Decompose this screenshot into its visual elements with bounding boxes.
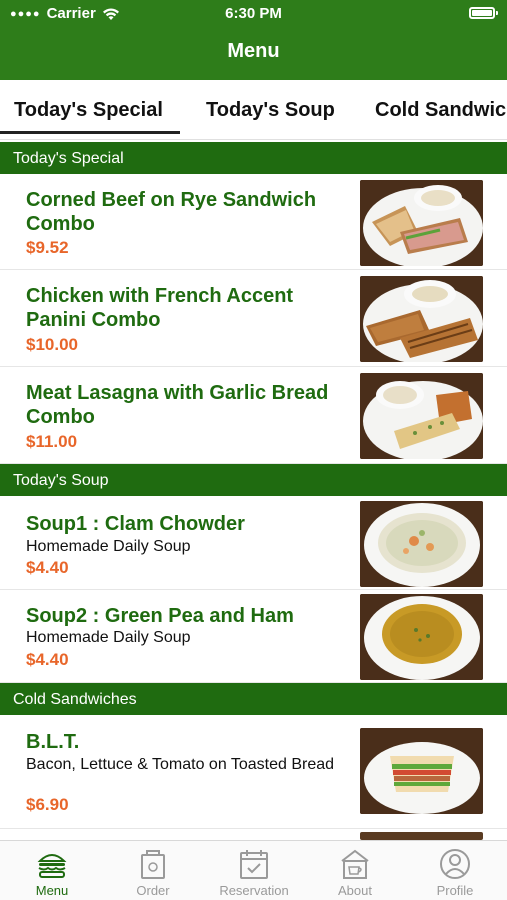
tab-bar-profile-label: Profile xyxy=(436,883,474,898)
bottom-tab-bar: Menu Order Reservation About Profile xyxy=(0,840,507,900)
item-name: Meat Lasagna with Garlic Bread Combo xyxy=(26,382,329,428)
status-time: 6:30 PM xyxy=(225,5,282,22)
navigation-bar: ●●●● Carrier 6:30 PM Menu xyxy=(0,0,507,80)
item-price: $9.52 xyxy=(26,238,69,257)
panini-soup-photo xyxy=(360,276,483,362)
menu-item[interactable]: Corned Beef on Rye Sandwich Combo $9.52 xyxy=(0,174,507,270)
tab-bar-order-label: Order xyxy=(136,883,170,898)
tab-bar-order[interactable]: Order xyxy=(103,847,203,898)
tab-bar-reservation[interactable]: Reservation xyxy=(204,847,304,898)
section-header-cold-sandwiches: Cold Sandwiches xyxy=(0,683,507,715)
tab-bar-menu[interactable]: Menu xyxy=(2,847,102,898)
menu-item[interactable]: Meat Lasagna with Garlic Bread Combo $11… xyxy=(0,367,507,464)
section-header-todays-soup: Today's Soup xyxy=(0,464,507,496)
lasagna-bread-photo xyxy=(360,373,483,459)
tab-todays-soup[interactable]: Today's Soup xyxy=(206,99,335,122)
battery-icon xyxy=(469,7,498,19)
tab-bar-about[interactable]: About xyxy=(305,847,405,898)
tab-cold-sandwiches[interactable]: Cold Sandwic xyxy=(375,99,506,122)
tab-todays-special[interactable]: Today's Special xyxy=(14,99,163,122)
tab-bar-menu-label: Menu xyxy=(35,883,69,898)
menu-item[interactable]: B.L.T. Bacon, Lettuce & Tomato on Toaste… xyxy=(0,715,507,829)
calendar-icon xyxy=(240,850,268,879)
item-description: Homemade Daily Soup xyxy=(26,629,191,646)
status-bar: ●●●● Carrier 6:30 PM xyxy=(0,0,507,28)
menu-item[interactable]: Soup2 : Green Pea and Ham Homemade Daily… xyxy=(0,590,507,683)
tab-bar-profile[interactable]: Profile xyxy=(405,847,505,898)
sandwich-soup-photo xyxy=(360,180,483,266)
profile-icon xyxy=(440,849,470,879)
burger-icon xyxy=(37,854,67,878)
item-price: $10.00 xyxy=(26,335,78,354)
item-name: Soup2 : Green Pea and Ham xyxy=(26,605,294,627)
item-name: Chicken with French Accent Panini Combo xyxy=(26,285,294,331)
tab-bar-about-label: About xyxy=(338,883,372,898)
pea-soup-photo xyxy=(360,594,483,680)
selected-tab-indicator xyxy=(0,131,180,134)
item-price: $6.90 xyxy=(26,795,69,814)
item-price: $4.40 xyxy=(26,650,69,669)
cafe-icon xyxy=(341,849,369,879)
page-title: Menu xyxy=(227,40,280,62)
item-name: Corned Beef on Rye Sandwich Combo xyxy=(26,189,317,235)
item-description: Homemade Daily Soup xyxy=(26,538,191,555)
item-name: Soup1 : Clam Chowder xyxy=(26,513,245,535)
item-description: Bacon, Lettuce & Tomato on Toasted Bread xyxy=(26,756,335,773)
next-item-photo xyxy=(360,832,483,840)
section-header-todays-special: Today's Special xyxy=(0,142,507,174)
item-price: $4.40 xyxy=(26,558,69,577)
item-name: B.L.T. xyxy=(26,731,80,753)
menu-item[interactable]: Chicken with French Accent Panini Combo … xyxy=(0,270,507,367)
bag-icon xyxy=(141,850,165,879)
tab-bar-reservation-label: Reservation xyxy=(219,883,289,898)
blt-sandwich-photo xyxy=(360,728,483,814)
menu-item[interactable]: Soup1 : Clam Chowder Homemade Daily Soup… xyxy=(0,496,507,590)
clam-chowder-photo xyxy=(360,501,483,587)
item-price: $11.00 xyxy=(26,432,78,451)
